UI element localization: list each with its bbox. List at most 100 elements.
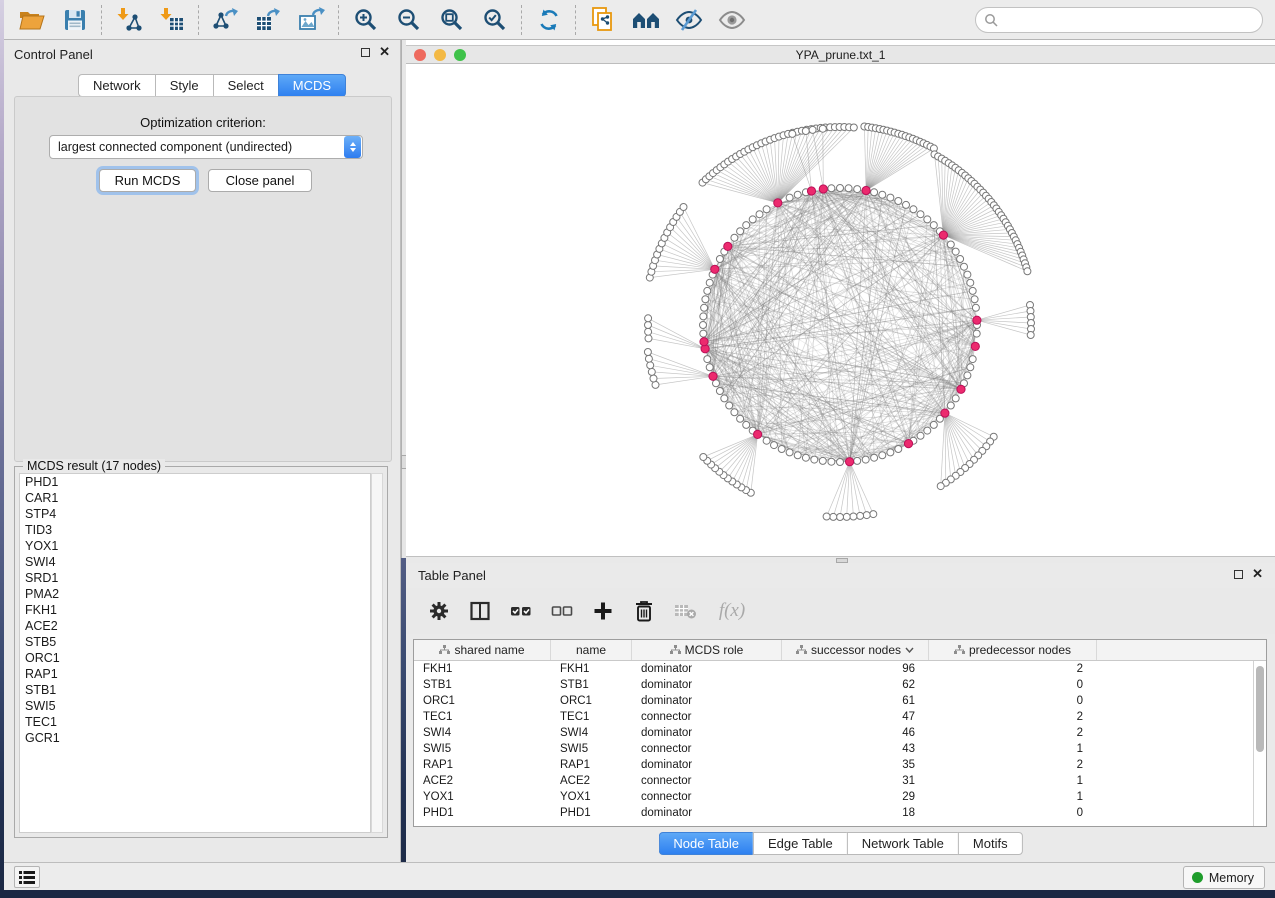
refresh-icon[interactable] [527, 3, 570, 37]
table-cell[interactable]: 29 [782, 789, 929, 805]
table-row[interactable]: YOX1YOX1connector291 [414, 789, 1266, 805]
mcds-result-item[interactable]: STB5 [20, 634, 370, 650]
mcds-result-item[interactable]: TID3 [20, 522, 370, 538]
tab-style[interactable]: Style [155, 74, 213, 97]
horizontal-splitter[interactable] [406, 556, 1275, 563]
network-canvas[interactable] [406, 63, 1275, 556]
export-table-icon[interactable] [247, 3, 290, 37]
mcds-result-item[interactable]: FKH1 [20, 602, 370, 618]
table-cell[interactable]: PHD1 [551, 805, 632, 821]
table-scrollbar[interactable] [1253, 661, 1266, 826]
table-cell[interactable]: 31 [782, 773, 929, 789]
table-cell[interactable]: 18 [782, 805, 929, 821]
tab-network-table[interactable]: Network Table [847, 832, 958, 855]
table-cell[interactable]: YOX1 [414, 789, 551, 805]
scrollbar-thumb[interactable] [1256, 666, 1264, 752]
mcds-result-item[interactable]: PHD1 [20, 474, 370, 490]
mcds-result-item[interactable]: ORC1 [20, 650, 370, 666]
mcds-list-scrollbar[interactable] [371, 473, 383, 833]
table-row[interactable]: FKH1FKH1dominator962 [414, 661, 1266, 677]
task-history-button[interactable] [14, 866, 40, 888]
table-cell[interactable]: ORC1 [414, 693, 551, 709]
mcds-result-item[interactable]: RAP1 [20, 666, 370, 682]
table-cell[interactable]: 62 [782, 677, 929, 693]
table-cell[interactable]: YOX1 [551, 789, 632, 805]
zoom-fit-icon[interactable] [430, 3, 473, 37]
hide-graphics-details-icon[interactable] [667, 3, 710, 37]
import-table-icon[interactable] [150, 3, 193, 37]
delete-table-icon[interactable] [672, 598, 698, 624]
close-panel-button[interactable]: Close panel [208, 169, 312, 192]
table-cell[interactable]: 0 [929, 805, 1097, 821]
table-cell[interactable]: 43 [782, 741, 929, 757]
table-cell[interactable]: 0 [929, 677, 1097, 693]
mcds-result-item[interactable]: STP4 [20, 506, 370, 522]
table-cell[interactable]: 96 [782, 661, 929, 677]
table-cell[interactable]: ACE2 [551, 773, 632, 789]
float-panel-icon[interactable] [361, 48, 370, 57]
table-cell[interactable]: connector [632, 709, 782, 725]
mcds-result-item[interactable]: STB1 [20, 682, 370, 698]
open-session-icon[interactable] [10, 3, 53, 37]
table-cell[interactable]: dominator [632, 725, 782, 741]
mcds-result-item[interactable]: PMA2 [20, 586, 370, 602]
show-column-icon[interactable] [467, 598, 493, 624]
column-header-successor-nodes[interactable]: successor nodes [782, 640, 929, 660]
table-row[interactable]: ORC1ORC1dominator610 [414, 693, 1266, 709]
delete-column-icon[interactable] [631, 598, 657, 624]
table-cell[interactable]: STB1 [551, 677, 632, 693]
table-cell[interactable]: SWI4 [551, 725, 632, 741]
tab-motifs[interactable]: Motifs [958, 832, 1023, 855]
table-cell[interactable]: 0 [929, 693, 1097, 709]
table-cell[interactable]: 1 [929, 789, 1097, 805]
table-cell[interactable]: TEC1 [551, 709, 632, 725]
table-cell[interactable]: 35 [782, 757, 929, 773]
apply-function-icon[interactable]: f(x) [713, 598, 751, 624]
show-graphics-details-icon[interactable] [710, 3, 753, 37]
table-cell[interactable]: SWI5 [551, 741, 632, 757]
table-row[interactable]: SWI5SWI5connector431 [414, 741, 1266, 757]
tab-network[interactable]: Network [78, 74, 155, 97]
export-image-icon[interactable] [290, 3, 333, 37]
tab-select[interactable]: Select [213, 74, 278, 97]
table-cell[interactable]: TEC1 [414, 709, 551, 725]
table-cell[interactable]: 2 [929, 725, 1097, 741]
table-row[interactable]: RAP1RAP1dominator352 [414, 757, 1266, 773]
table-cell[interactable]: 2 [929, 661, 1097, 677]
table-cell[interactable]: dominator [632, 805, 782, 821]
table-cell[interactable]: ORC1 [551, 693, 632, 709]
mcds-result-item[interactable]: TEC1 [20, 714, 370, 730]
table-cell[interactable]: 2 [929, 709, 1097, 725]
table-cell[interactable]: connector [632, 789, 782, 805]
table-cell[interactable]: 47 [782, 709, 929, 725]
mcds-result-item[interactable]: ACE2 [20, 618, 370, 634]
table-cell[interactable]: PHD1 [414, 805, 551, 821]
mcds-result-item[interactable]: CAR1 [20, 490, 370, 506]
table-cell[interactable]: SWI5 [414, 741, 551, 757]
mcds-result-item[interactable]: GCR1 [20, 730, 370, 746]
float-panel-icon[interactable] [1234, 570, 1243, 579]
table-cell[interactable]: 61 [782, 693, 929, 709]
birds-eye-view-icon[interactable] [624, 3, 667, 37]
table-cell[interactable]: RAP1 [414, 757, 551, 773]
column-header-predecessor-nodes[interactable]: predecessor nodes [929, 640, 1097, 660]
import-network-icon[interactable] [107, 3, 150, 37]
zoom-out-icon[interactable] [387, 3, 430, 37]
table-cell[interactable]: ACE2 [414, 773, 551, 789]
table-cell[interactable]: FKH1 [414, 661, 551, 677]
table-cell[interactable]: dominator [632, 757, 782, 773]
mcds-result-list[interactable]: PHD1CAR1STP4TID3YOX1SWI4SRD1PMA2FKH1ACE2… [19, 473, 371, 833]
table-cell[interactable]: 46 [782, 725, 929, 741]
table-cell[interactable]: FKH1 [551, 661, 632, 677]
table-options-icon[interactable] [426, 598, 452, 624]
table-cell[interactable]: connector [632, 741, 782, 757]
column-header-shared-name[interactable]: shared name [414, 640, 551, 660]
tab-edge-table[interactable]: Edge Table [753, 832, 847, 855]
table-cell[interactable]: connector [632, 773, 782, 789]
zoom-selected-icon[interactable] [473, 3, 516, 37]
table-cell[interactable]: RAP1 [551, 757, 632, 773]
criterion-select[interactable]: largest connected component (undirected) [49, 135, 363, 159]
table-row[interactable]: TEC1TEC1connector472 [414, 709, 1266, 725]
table-cell[interactable]: 2 [929, 757, 1097, 773]
table-row[interactable]: ACE2ACE2connector311 [414, 773, 1266, 789]
